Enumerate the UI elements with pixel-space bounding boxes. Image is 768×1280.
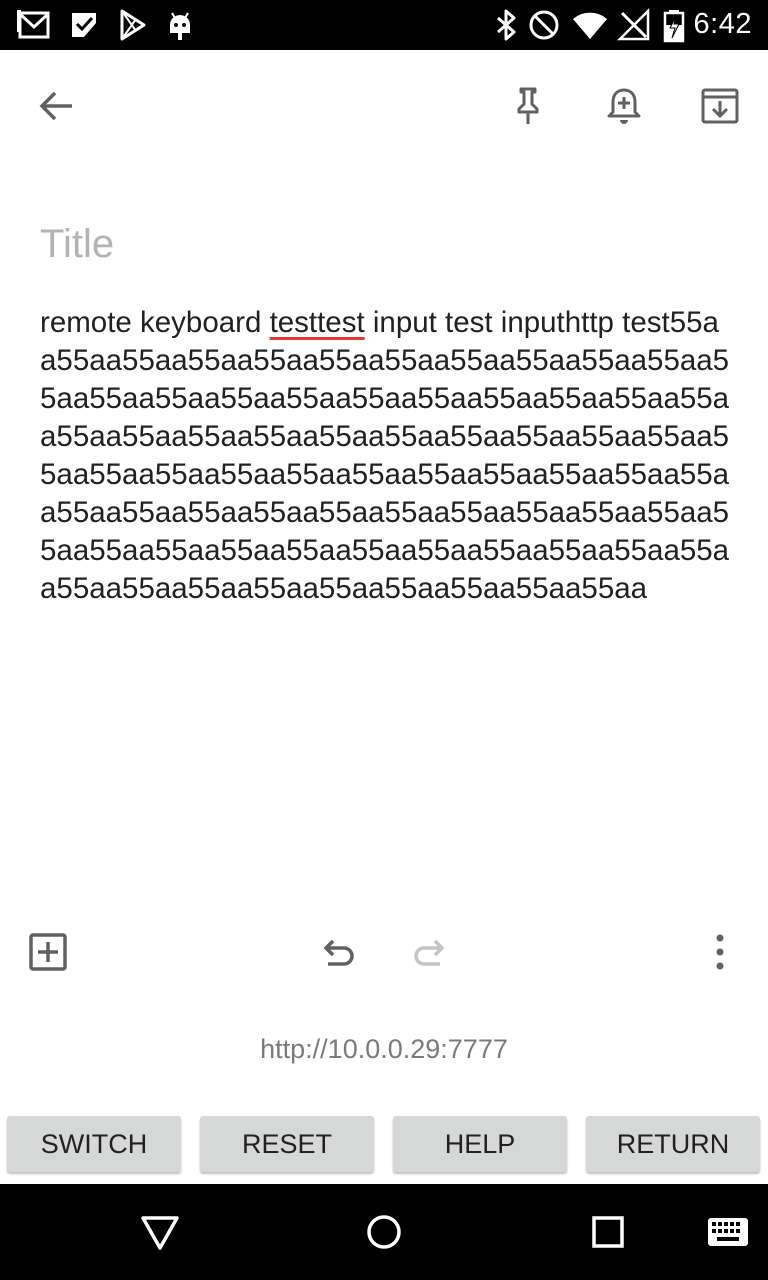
- screen: 6:42 remote keyboard testtest input test…: [0, 0, 768, 1280]
- pin-icon[interactable]: [506, 84, 550, 128]
- misspelled-word[interactable]: testtest: [270, 306, 365, 339]
- gmail-icon: [17, 10, 50, 39]
- remote-url-label: http://10.0.0.29:7777: [260, 1034, 508, 1064]
- bluetooth-icon: [497, 9, 516, 41]
- redo-icon[interactable]: [410, 930, 454, 974]
- undo-icon[interactable]: [314, 930, 358, 974]
- play-store-icon: [120, 9, 146, 41]
- help-button[interactable]: HELP: [393, 1116, 567, 1172]
- status-bar: 6:42: [0, 0, 768, 50]
- body-text-prefix: remote keyboard: [40, 306, 270, 339]
- do-not-disturb-icon: [529, 10, 559, 40]
- body-text-suffix: input test inputhttp test55aa55aa55aa55a…: [40, 306, 730, 605]
- note-body-text[interactable]: remote keyboard testtest input test inpu…: [40, 304, 730, 608]
- battery-icon: [663, 10, 685, 43]
- inbox-check-icon: [72, 13, 96, 37]
- nav-back-icon[interactable]: [138, 1210, 182, 1254]
- switch-button[interactable]: SWITCH: [7, 1116, 181, 1172]
- nav-home-icon[interactable]: [362, 1210, 406, 1254]
- add-box-icon[interactable]: [26, 930, 70, 974]
- navigation-bar: [0, 1184, 768, 1280]
- add-alert-icon[interactable]: [602, 84, 646, 128]
- note-title-input[interactable]: [40, 216, 730, 272]
- status-time: 6:42: [693, 8, 752, 40]
- wifi-icon: [573, 12, 607, 39]
- no-signal-icon: [616, 7, 650, 41]
- return-button[interactable]: RETURN: [586, 1116, 760, 1172]
- nav-recents-icon[interactable]: [586, 1210, 630, 1254]
- keyboard-icon[interactable]: [706, 1210, 750, 1254]
- android-icon: [170, 12, 190, 40]
- editor-bar: [0, 920, 768, 984]
- remote-keyboard-buttons: SWITCH RESET HELP RETURN: [0, 1114, 768, 1174]
- archive-icon[interactable]: [698, 84, 742, 128]
- more-vert-icon[interactable]: [698, 930, 742, 974]
- reset-button[interactable]: RESET: [200, 1116, 374, 1172]
- note-toolbar: [0, 50, 768, 162]
- arrow-back-icon[interactable]: [34, 84, 78, 128]
